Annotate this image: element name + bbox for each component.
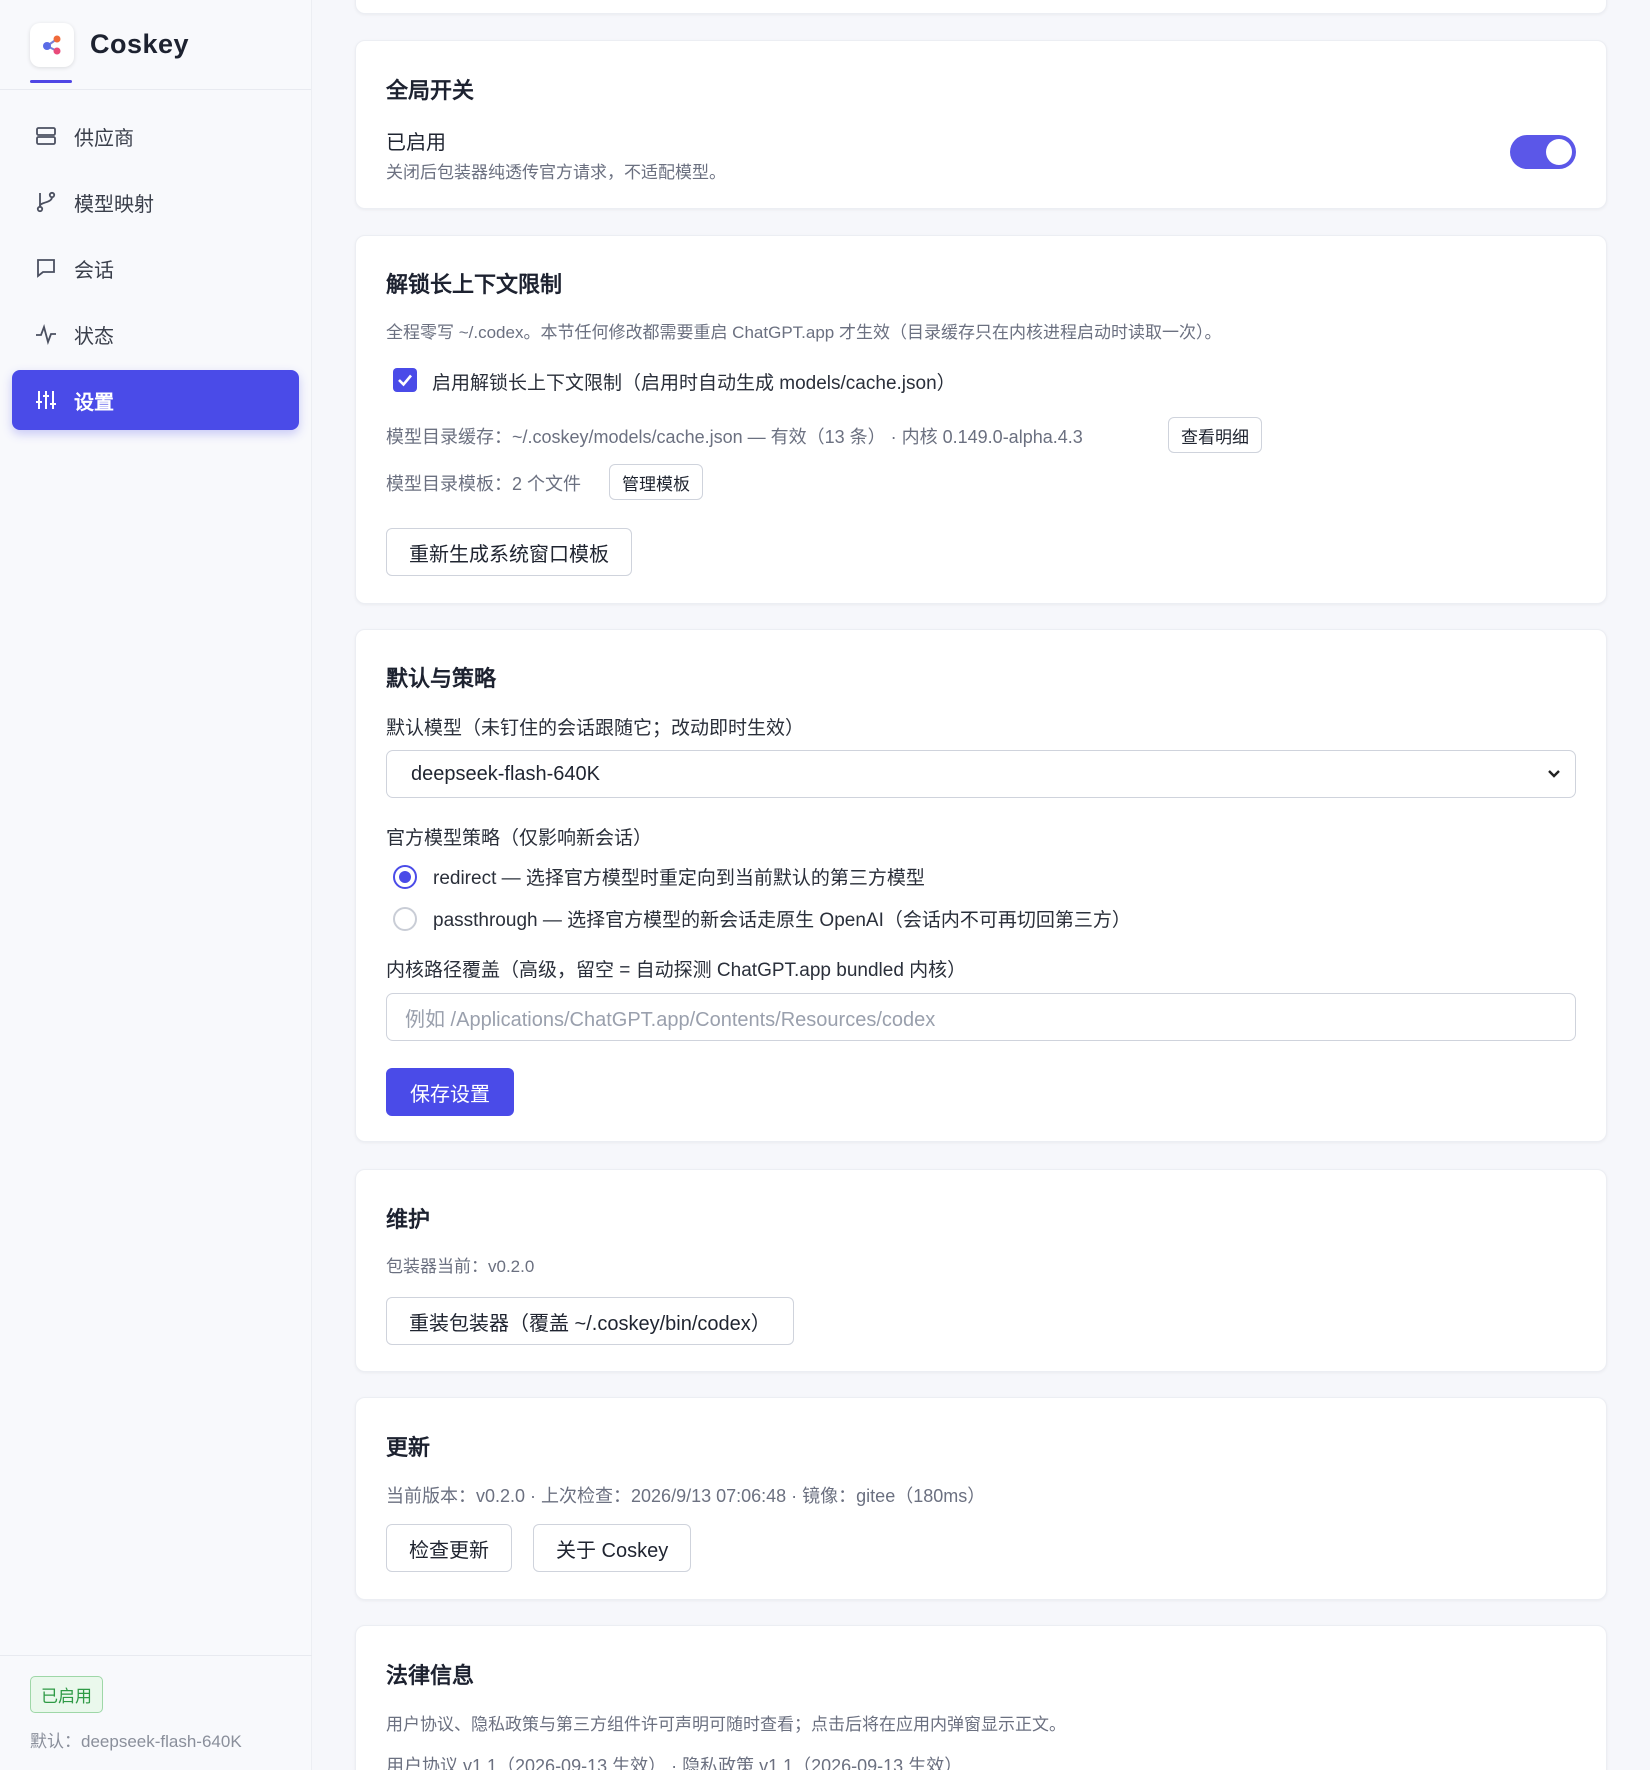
core-path-placeholder: 例如 /Applications/ChatGPT.app/Contents/Re… bbox=[405, 1008, 936, 1031]
app-name: Coskey bbox=[90, 29, 190, 59]
legal-description: 用户协议、隐私政策与第三方组件许可声明可随时查看；点击后将在应用内弹窗显示正文。 bbox=[386, 1715, 1066, 1734]
sidebar-item-status[interactable]: 状态 bbox=[12, 304, 299, 364]
core-path-input[interactable]: 例如 /Applications/ChatGPT.app/Contents/Re… bbox=[386, 993, 1576, 1041]
update-info-text: 当前版本：v0.2.0 · 上次检查：2026/9/13 07:06:48 · … bbox=[386, 1486, 986, 1506]
cache-status-text: 模型目录缓存：~/.coskey/models/cache.json — 有效（… bbox=[386, 427, 1083, 447]
manage-templates-button[interactable]: 管理模板 bbox=[609, 464, 703, 500]
sidebar-item-sessions[interactable]: 会话 bbox=[12, 238, 299, 298]
check-icon bbox=[398, 374, 412, 387]
policy-radio-redirect[interactable] bbox=[393, 865, 417, 889]
regenerate-template-button[interactable]: 重新生成系统窗口模板 bbox=[386, 528, 632, 576]
global-switch-card: 全局开关 已启用 关闭后包装器纯透传官方请求，不适配模型。 bbox=[355, 40, 1607, 209]
section-title: 默认与策略 bbox=[386, 666, 497, 691]
brand: Coskey bbox=[0, 0, 311, 90]
sidebar-footer: 已启用 默认：deepseek-flash-640K bbox=[0, 1655, 312, 1770]
section-title: 法律信息 bbox=[386, 1663, 475, 1688]
defaults-policy-card: 默认与策略 默认模型（未钉住的会话跟随它；改动即时生效） deepseek-fl… bbox=[355, 629, 1607, 1142]
default-model-value: deepseek-flash-640K bbox=[411, 762, 601, 785]
view-details-button[interactable]: 查看明细 bbox=[1168, 417, 1262, 453]
sidebar-item-label: 会话 bbox=[74, 259, 114, 282]
sidebar: Coskey 供应商 模型映射 会话 状态 设置 已启用 默认：deepseek… bbox=[0, 0, 312, 1770]
server-icon bbox=[34, 124, 58, 148]
unlock-context-card: 解锁长上下文限制 全程零写 ~/.codex。本节任何修改都需要重启 ChatG… bbox=[355, 235, 1607, 604]
global-switch-label: 已启用 bbox=[386, 132, 446, 154]
sidebar-item-providers[interactable]: 供应商 bbox=[12, 106, 299, 166]
default-model-label: 默认模型（未钉住的会话跟随它；改动即时生效） bbox=[386, 718, 805, 739]
section-title: 维护 bbox=[386, 1207, 431, 1232]
sidebar-nav: 供应商 模型映射 会话 状态 设置 bbox=[0, 90, 311, 430]
section-title: 更新 bbox=[386, 1435, 431, 1460]
unlock-checkbox-label: 启用解锁长上下文限制（启用时自动生成 models/cache.json） bbox=[432, 373, 956, 394]
about-button[interactable]: 关于 Coskey bbox=[533, 1524, 692, 1572]
sidebar-item-label: 模型映射 bbox=[74, 193, 154, 216]
sidebar-item-label: 供应商 bbox=[74, 127, 134, 150]
policy-option-label: passthrough — 选择官方模型的新会话走原生 OpenAI（会话内不可… bbox=[433, 910, 1131, 931]
sidebar-item-settings[interactable]: 设置 bbox=[12, 370, 299, 430]
policy-radio-passthrough[interactable] bbox=[393, 907, 417, 931]
template-status-text: 模型目录模板：2 个文件 bbox=[386, 474, 582, 494]
wrapper-version-text: 包装器当前：v0.2.0 bbox=[386, 1257, 535, 1276]
policy-label: 官方模型策略（仅影响新会话） bbox=[386, 828, 653, 849]
global-switch-description: 关闭后包装器纯透传官方请求，不适配模型。 bbox=[386, 163, 726, 182]
core-path-label: 内核路径覆盖（高级，留空 = 自动探测 ChatGPT.app bundled … bbox=[386, 960, 967, 981]
sidebar-item-label: 设置 bbox=[74, 391, 114, 414]
chevron-down-icon bbox=[1548, 770, 1560, 778]
default-model-text: 默认：deepseek-flash-640K bbox=[30, 1732, 242, 1751]
legal-links[interactable]: 用户协议 v1.1（2026-09-13 生效） · 隐私政策 v1.1（202… bbox=[386, 1752, 962, 1770]
check-update-button[interactable]: 检查更新 bbox=[386, 1524, 512, 1572]
app-logo-icon bbox=[30, 22, 74, 67]
unlock-checkbox[interactable] bbox=[393, 368, 417, 392]
previous-card bbox=[355, 0, 1607, 14]
maintenance-card: 维护 包装器当前：v0.2.0 重装包装器（覆盖 ~/.coskey/bin/c… bbox=[355, 1169, 1607, 1372]
sidebar-item-model-mapping[interactable]: 模型映射 bbox=[12, 172, 299, 232]
sidebar-item-label: 状态 bbox=[74, 325, 114, 348]
legal-card: 法律信息 用户协议、隐私政策与第三方组件许可声明可随时查看；点击后将在应用内弹窗… bbox=[355, 1625, 1607, 1770]
section-title: 解锁长上下文限制 bbox=[386, 272, 563, 297]
activity-icon bbox=[34, 322, 58, 346]
save-settings-button[interactable]: 保存设置 bbox=[386, 1068, 514, 1116]
global-switch-toggle[interactable] bbox=[1510, 135, 1576, 169]
section-title: 全局开关 bbox=[386, 78, 475, 103]
brand-underline bbox=[30, 80, 72, 83]
update-card: 更新 当前版本：v0.2.0 · 上次检查：2026/9/13 07:06:48… bbox=[355, 1397, 1607, 1600]
reinstall-wrapper-button[interactable]: 重装包装器（覆盖 ~/.coskey/bin/codex） bbox=[386, 1297, 794, 1345]
git-branch-icon bbox=[34, 190, 58, 214]
default-model-select[interactable]: deepseek-flash-640K bbox=[386, 750, 1576, 798]
chat-bubble-icon bbox=[34, 256, 58, 280]
sliders-icon bbox=[34, 388, 58, 412]
unlock-description: 全程零写 ~/.codex。本节任何修改都需要重启 ChatGPT.app 才生… bbox=[386, 323, 1222, 342]
policy-option-label: redirect — 选择官方模型时重定向到当前默认的第三方模型 bbox=[433, 868, 925, 889]
status-badge: 已启用 bbox=[30, 1676, 103, 1713]
